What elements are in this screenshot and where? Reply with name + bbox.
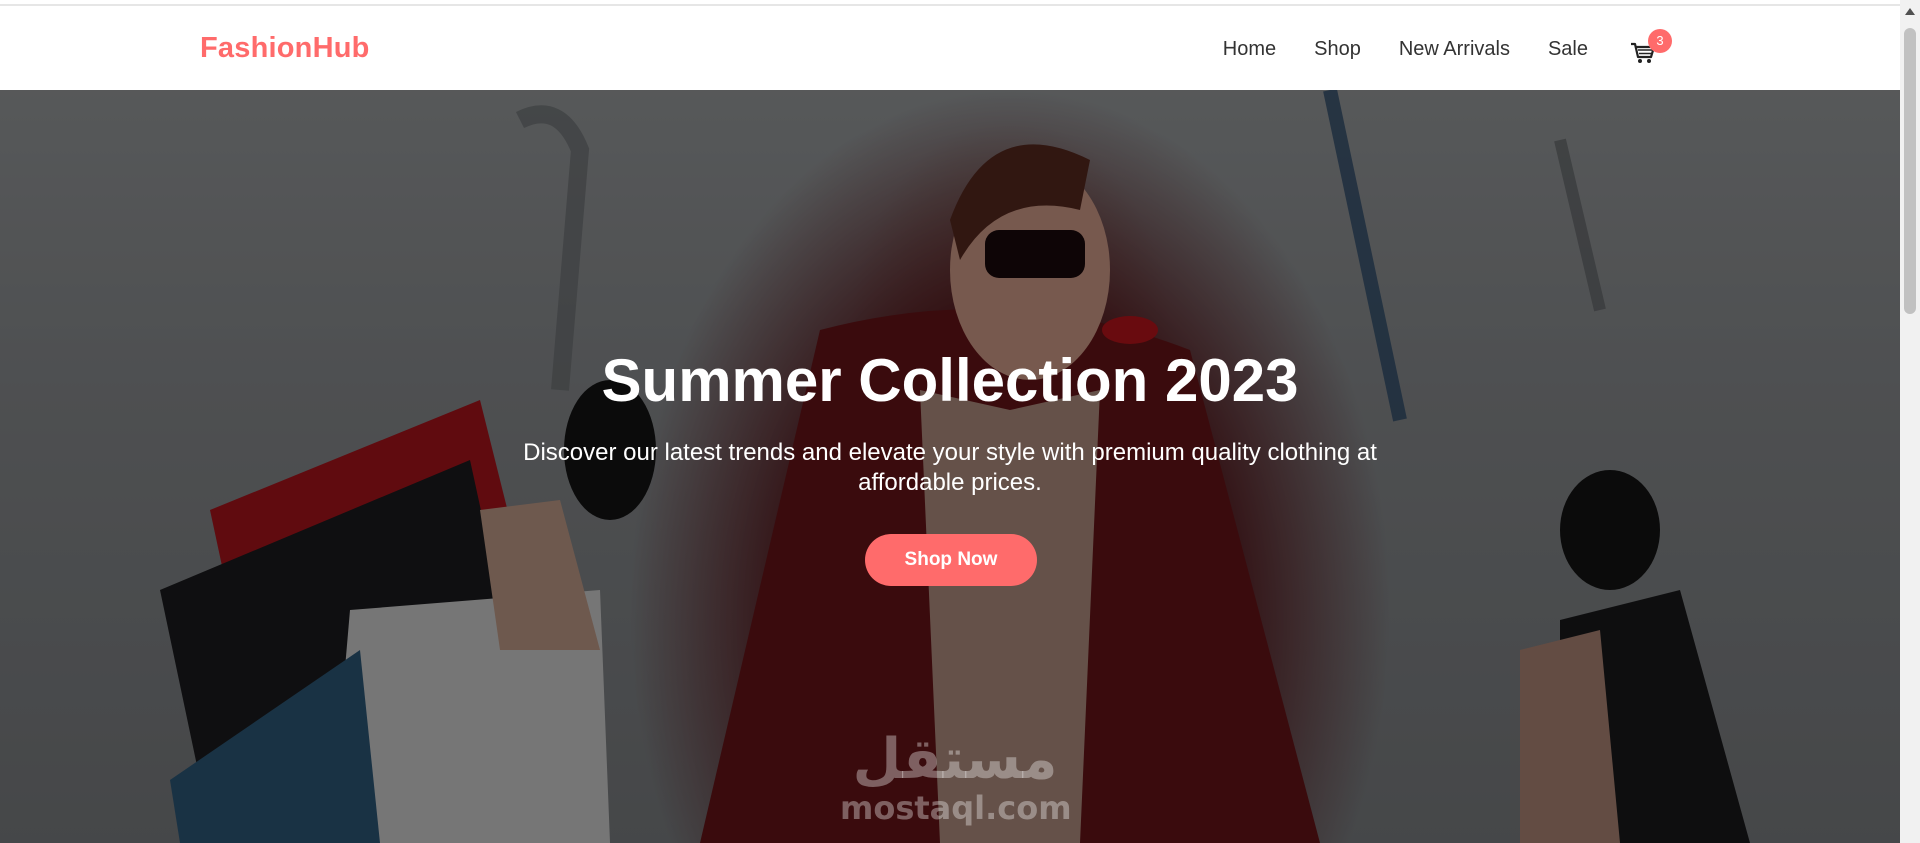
hero-title: Summer Collection 2023 <box>601 347 1299 414</box>
shop-now-button[interactable]: Shop Now <box>865 534 1037 586</box>
watermark-arabic: مستقل <box>852 727 1058 792</box>
hero-section: Summer Collection 2023 Discover our late… <box>0 90 1900 843</box>
watermark: مستقل mostaql.com <box>840 727 1072 827</box>
site-header: FashionHub Home Shop New Arrivals Sale 3 <box>0 6 1900 90</box>
nav-sale[interactable]: Sale <box>1548 32 1588 66</box>
cart-count-badge: 3 <box>1648 29 1672 53</box>
scroll-up-arrow-icon[interactable] <box>1905 8 1915 15</box>
nav-new-arrivals[interactable]: New Arrivals <box>1399 32 1510 66</box>
nav-shop[interactable]: Shop <box>1314 32 1361 66</box>
site-logo[interactable]: FashionHub <box>200 32 370 65</box>
main-nav: Home Shop New Arrivals Sale 3 <box>1223 29 1672 66</box>
cart-button[interactable]: 3 <box>1628 29 1672 66</box>
hero-subtitle: Discover our latest trends and elevate y… <box>523 439 1377 496</box>
nav-home[interactable]: Home <box>1223 32 1276 66</box>
scrollbar-thumb[interactable] <box>1904 28 1916 314</box>
watermark-domain: mostaql.com <box>840 789 1072 827</box>
